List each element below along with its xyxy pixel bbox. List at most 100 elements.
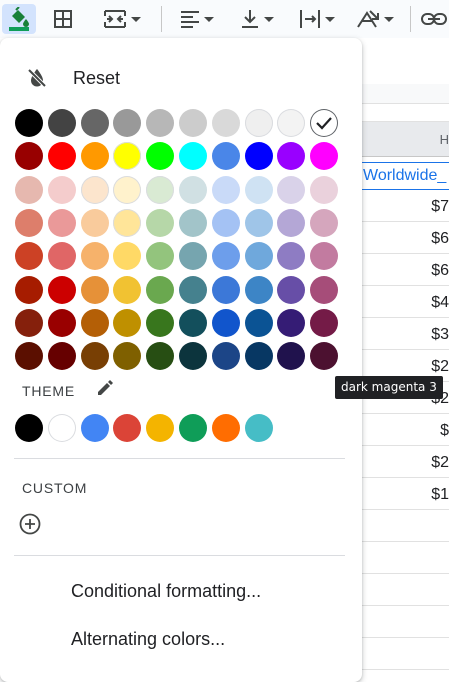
color-swatch[interactable] — [80, 208, 109, 237]
color-swatch[interactable] — [310, 342, 339, 371]
color-swatch[interactable] — [47, 242, 76, 271]
theme-color-swatch[interactable] — [244, 414, 273, 442]
color-swatch[interactable] — [47, 308, 76, 337]
color-swatch[interactable] — [113, 109, 142, 137]
cell-value[interactable]: $ — [440, 422, 449, 440]
reset-button[interactable]: Reset — [0, 60, 362, 96]
color-swatch[interactable] — [146, 342, 175, 371]
color-swatch[interactable] — [146, 308, 175, 337]
insert-link-button[interactable] — [420, 4, 449, 34]
color-swatch[interactable] — [310, 208, 339, 237]
color-swatch[interactable] — [146, 175, 175, 204]
cell-value[interactable]: $2 — [431, 358, 449, 376]
color-swatch[interactable] — [146, 208, 175, 237]
color-swatch[interactable] — [15, 175, 43, 204]
color-swatch[interactable] — [113, 242, 142, 271]
color-swatch[interactable] — [211, 342, 240, 371]
color-swatch[interactable] — [310, 142, 339, 171]
color-swatch[interactable] — [15, 242, 43, 271]
color-swatch[interactable] — [179, 142, 207, 171]
color-swatch[interactable] — [211, 142, 240, 171]
color-swatch[interactable] — [15, 342, 43, 371]
color-swatch[interactable] — [113, 208, 142, 237]
color-swatch[interactable] — [244, 275, 273, 304]
color-swatch[interactable] — [211, 109, 240, 137]
color-swatch[interactable] — [113, 175, 142, 204]
color-swatch[interactable] — [146, 275, 175, 304]
color-swatch[interactable] — [244, 109, 273, 137]
cell-value[interactable]: $6 — [431, 262, 449, 280]
add-custom-color-icon[interactable] — [19, 513, 41, 535]
color-swatch[interactable] — [80, 308, 109, 337]
color-swatch[interactable] — [277, 308, 306, 337]
color-swatch[interactable] — [277, 275, 306, 304]
color-swatch[interactable] — [310, 275, 339, 304]
color-swatch[interactable] — [113, 275, 142, 304]
color-swatch[interactable] — [113, 308, 142, 337]
color-swatch[interactable] — [277, 175, 306, 204]
cell-value[interactable]: $6 — [431, 230, 449, 248]
color-swatch[interactable] — [244, 208, 273, 237]
color-swatch[interactable] — [277, 342, 306, 371]
text-rotation-button[interactable] — [350, 4, 400, 34]
color-swatch[interactable] — [179, 308, 207, 337]
color-swatch[interactable] — [211, 175, 240, 204]
color-swatch[interactable] — [179, 208, 207, 237]
theme-color-swatch[interactable] — [113, 414, 142, 442]
color-swatch[interactable] — [47, 109, 76, 137]
header-cell[interactable]: Worldwide_ — [360, 162, 449, 190]
color-swatch[interactable] — [244, 142, 273, 171]
color-swatch[interactable] — [310, 175, 339, 204]
color-swatch[interactable] — [146, 142, 175, 171]
color-swatch[interactable] — [211, 242, 240, 271]
color-swatch[interactable] — [179, 242, 207, 271]
color-swatch[interactable] — [80, 342, 109, 371]
color-swatch[interactable] — [211, 308, 240, 337]
color-swatch[interactable] — [277, 208, 306, 237]
color-swatch[interactable] — [113, 142, 142, 171]
color-swatch[interactable] — [47, 142, 76, 171]
color-swatch[interactable] — [310, 242, 339, 271]
color-swatch[interactable] — [15, 109, 43, 137]
text-wrapping-button[interactable] — [292, 4, 342, 34]
theme-color-swatch[interactable] — [80, 414, 109, 442]
color-swatch[interactable] — [15, 275, 43, 304]
color-swatch[interactable] — [80, 142, 109, 171]
column-header[interactable]: H — [358, 121, 449, 157]
color-swatch[interactable] — [80, 242, 109, 271]
theme-color-swatch[interactable] — [15, 414, 43, 442]
color-swatch[interactable] — [310, 109, 339, 137]
cell-value[interactable]: $3 — [431, 326, 449, 344]
color-swatch[interactable] — [211, 275, 240, 304]
color-swatch[interactable] — [244, 342, 273, 371]
color-swatch[interactable] — [80, 175, 109, 204]
theme-color-swatch[interactable] — [211, 414, 240, 442]
color-swatch[interactable] — [15, 308, 43, 337]
conditional-formatting-item[interactable]: Conditional formatting... — [71, 581, 261, 602]
color-swatch[interactable] — [179, 275, 207, 304]
color-swatch[interactable] — [244, 175, 273, 204]
color-swatch[interactable] — [146, 242, 175, 271]
horizontal-align-button[interactable] — [172, 4, 222, 34]
color-swatch[interactable] — [80, 275, 109, 304]
theme-color-swatch[interactable] — [47, 414, 76, 442]
color-swatch[interactable] — [113, 342, 142, 371]
borders-button[interactable] — [48, 4, 78, 34]
edit-theme-pencil-icon[interactable] — [96, 379, 114, 397]
color-swatch[interactable] — [146, 109, 175, 137]
color-swatch[interactable] — [310, 308, 339, 337]
color-swatch[interactable] — [277, 242, 306, 271]
color-swatch[interactable] — [47, 342, 76, 371]
color-swatch[interactable] — [277, 142, 306, 171]
color-swatch[interactable] — [244, 242, 273, 271]
cell-value[interactable]: $4 — [431, 294, 449, 312]
fill-color-button[interactable] — [2, 4, 36, 34]
color-swatch[interactable] — [244, 308, 273, 337]
color-swatch[interactable] — [47, 208, 76, 237]
theme-color-swatch[interactable] — [179, 414, 207, 442]
merge-cells-button[interactable] — [92, 4, 152, 34]
color-swatch[interactable] — [47, 275, 76, 304]
color-swatch[interactable] — [211, 208, 240, 237]
color-swatch[interactable] — [179, 175, 207, 204]
vertical-align-button[interactable] — [232, 4, 282, 34]
